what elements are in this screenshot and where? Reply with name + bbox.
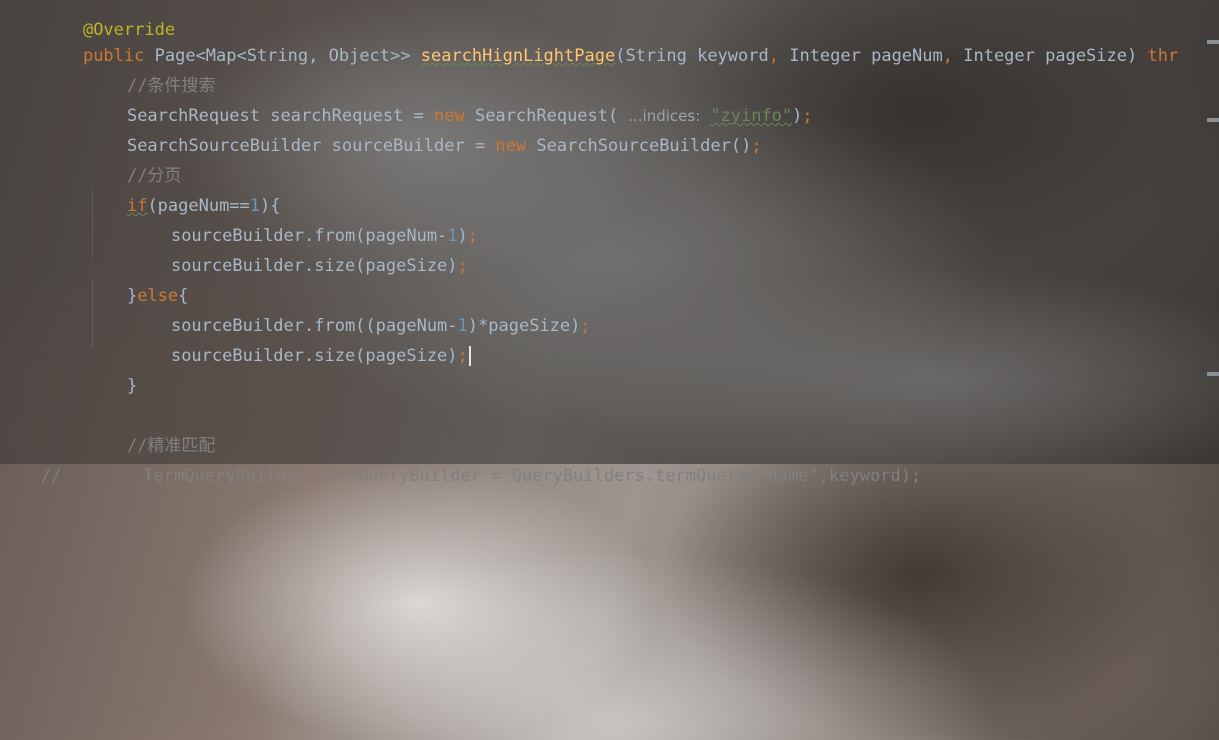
scrollbar-marker[interactable] <box>1207 372 1219 376</box>
code-line-size-else[interactable]: sourceBuilder.size(pageSize); <box>130 311 471 366</box>
comment-search: //条件搜索 <box>126 76 216 96</box>
scrollbar-marker[interactable] <box>1207 40 1219 44</box>
scrollbar-marker[interactable] <box>1207 118 1219 122</box>
method-name: searchHignLightPage <box>420 46 616 66</box>
code-line-method-signature: public Page<Map<String, Object>> searchH… <box>82 46 1179 66</box>
code-line-else: }else{ <box>126 286 189 306</box>
code-line-search-request: SearchRequest searchRequest = new Search… <box>126 106 813 126</box>
code-line-size: sourceBuilder.size(pageSize); <box>170 256 468 276</box>
code-line-if: if(pageNum==1){ <box>126 196 281 216</box>
text-cursor <box>468 346 471 366</box>
code-line-from-else: sourceBuilder.from((pageNum-1)*pageSize)… <box>170 316 591 336</box>
comment-exact-match: //精准匹配 <box>126 436 216 456</box>
comment-page: //分页 <box>126 166 182 186</box>
code-line-from: sourceBuilder.from(pageNum-1); <box>170 226 479 246</box>
code-line-commented-term-query: // TermQueryBuilder termQueryBuilder = Q… <box>40 466 922 486</box>
code-line-source-builder: SearchSourceBuilder sourceBuilder = new … <box>126 136 762 156</box>
code-editor[interactable]: @Override public Page<Map<String, Object… <box>0 0 1219 486</box>
code-line-close-brace: } <box>126 376 138 396</box>
